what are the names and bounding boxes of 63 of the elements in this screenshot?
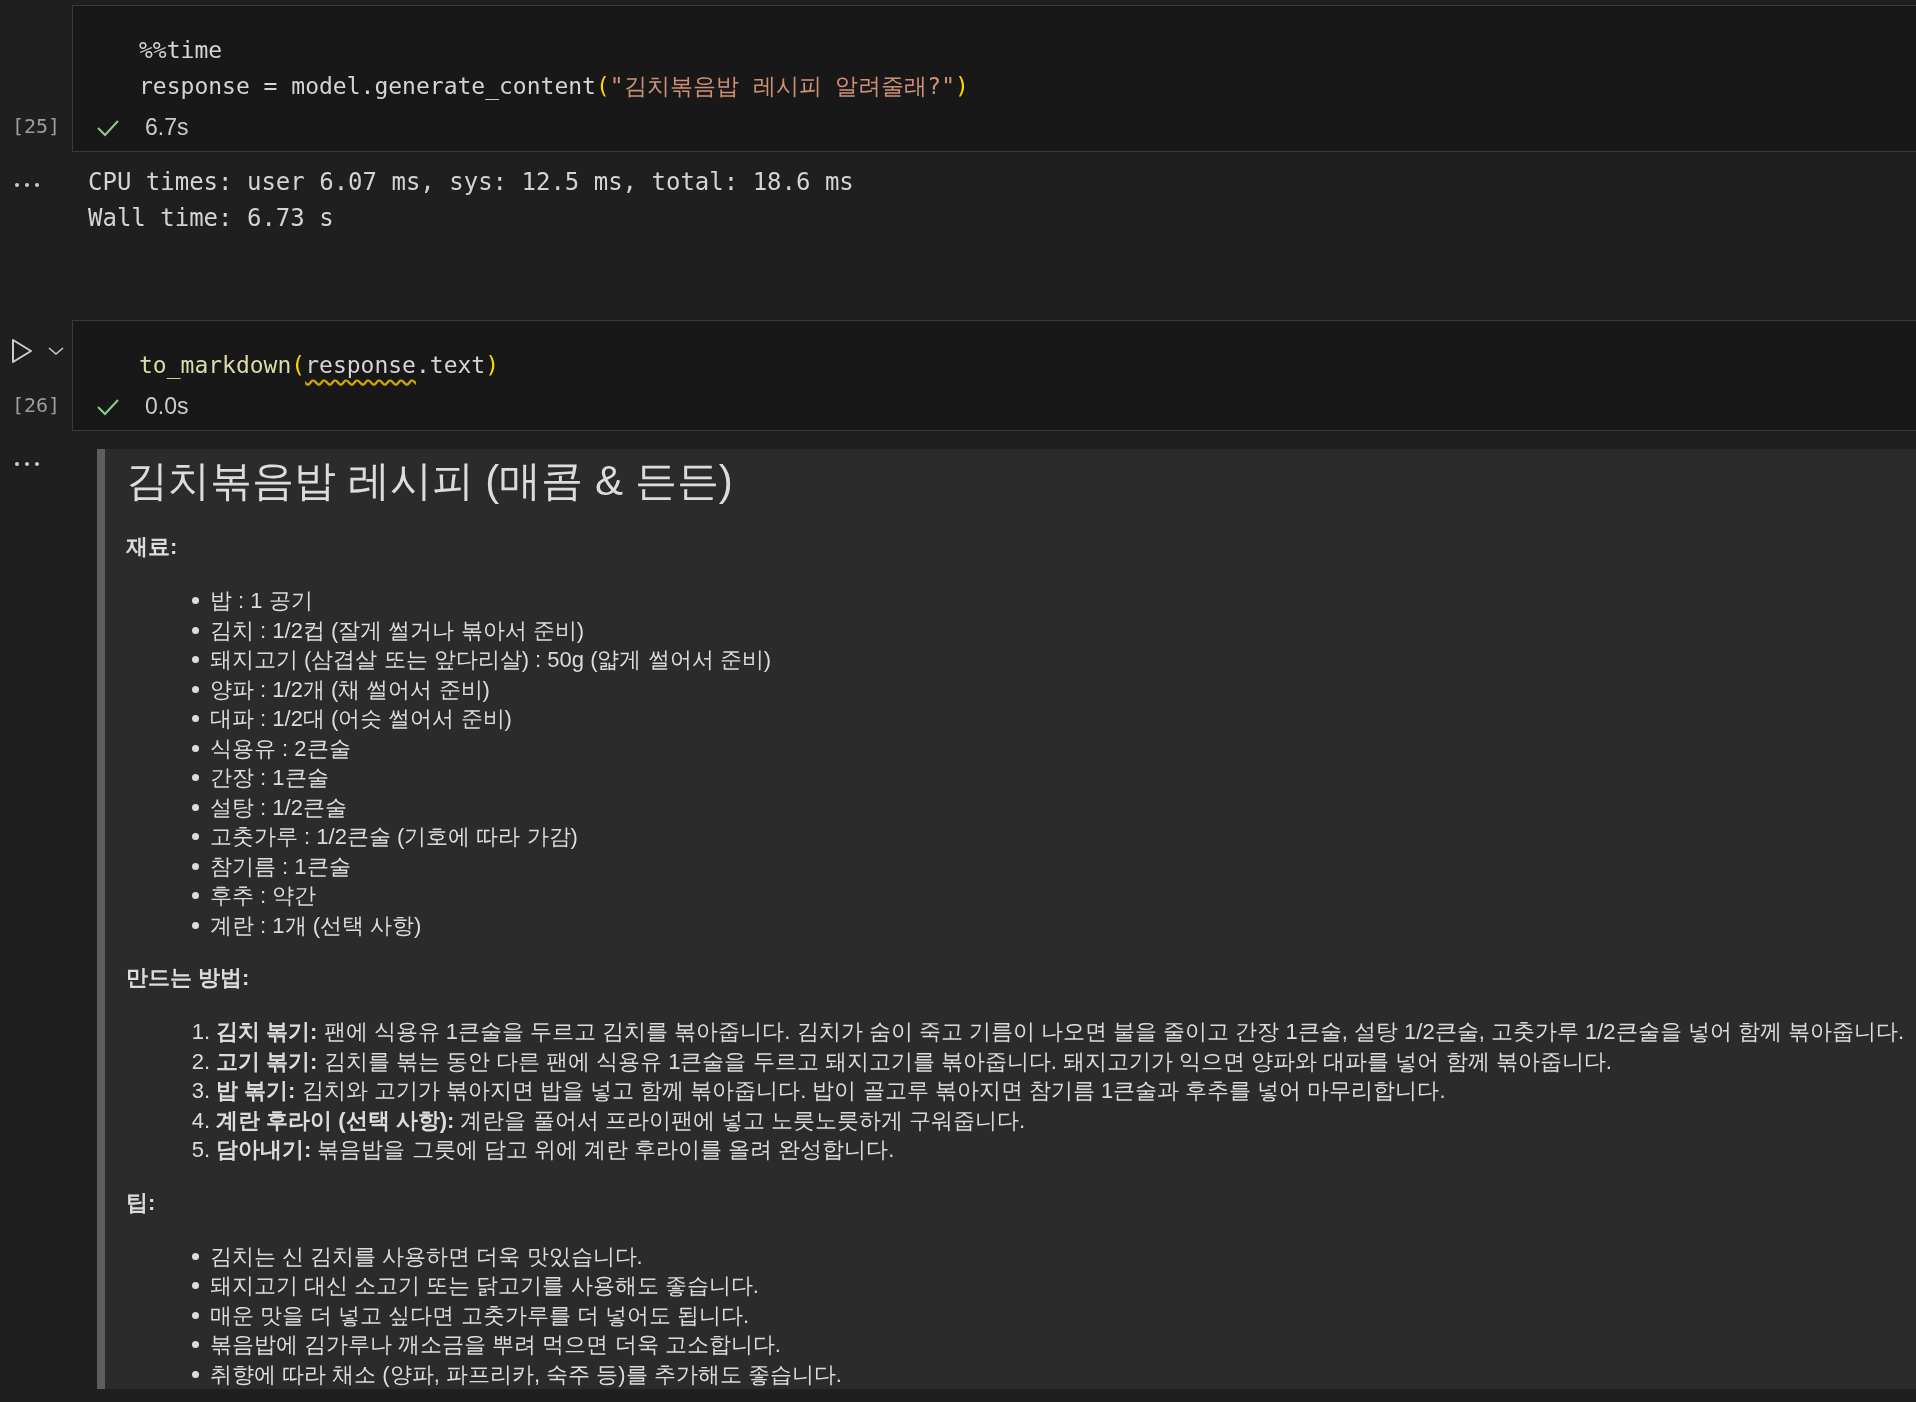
bullet-icon: [192, 597, 199, 605]
list-item: 참기름 : 1큰술: [210, 852, 351, 881]
section-heading: 만드는 방법:: [126, 964, 250, 992]
list-number: 2.: [190, 1047, 210, 1076]
bullet-icon: [192, 892, 199, 900]
list-item: 김치는 신 김치를 사용하면 더욱 맛있습니다.: [210, 1242, 643, 1271]
bullet-icon: [192, 921, 199, 929]
markdown-heading: 김치볶음밥 레시피 (매콤 & 든든): [126, 456, 733, 506]
list-item: 돼지고기 대신 소고기 또는 닭고기를 사용해도 좋습니다.: [210, 1272, 759, 1300]
bullet-icon: [192, 1370, 199, 1378]
list-item: 고춧가루 : 1/2큰술 (기호에 따라 가감): [210, 823, 578, 851]
list-item: 매운 맛을 더 넣고 싶다면 고춧가루를 더 넣어도 됩니다.: [210, 1301, 749, 1330]
list-item: 밥 : 1 공기: [210, 587, 313, 615]
list-number: 1.: [190, 1018, 210, 1046]
list-item: 김치 볶기: 팬에 식용유 1큰술을 두르고 김치를 볶아줍니다. 김치가 숨이 죽고 기름이 나오면 불을 줄이고 간장 1큰술, 설탕 1/2큰술, 고춧가루 1/2큰술을 넣어 함께 볶아줍니다.: [216, 1018, 1904, 1046]
bullet-icon: [192, 626, 199, 634]
list-item: 후추 : 약간: [210, 882, 317, 910]
output-line: CPU times: user 6.07 ms, sys: 12.5 ms, total: 18.6 ms: [88, 167, 854, 198]
bullet-icon: [192, 803, 199, 811]
code-cell[interactable]: %%time response = model.generate_content("김치볶음밥 레시피 알려줄래?") 6.7s: [72, 5, 1916, 152]
bullet-icon: [192, 833, 199, 841]
list-item: 계란 : 1개 (선택 사항): [210, 911, 422, 940]
bullet-icon: [192, 685, 199, 693]
list-item: 김치 : 1/2컵 (잘게 썰거나 볶아서 준비): [210, 616, 585, 645]
bullet-icon: [192, 1282, 199, 1290]
list-item: 양파 : 1/2개 (채 썰어서 준비): [210, 675, 490, 704]
execution-time: 0.0s: [145, 393, 189, 420]
bullet-icon: [192, 862, 199, 870]
execution-count: [25]: [11, 114, 61, 140]
list-number: 3.: [190, 1077, 210, 1105]
section-heading: 재료:: [126, 533, 178, 561]
code-cell[interactable]: to_markdown(response.text) 0.0s: [72, 320, 1916, 431]
bullet-icon: [192, 1341, 199, 1349]
list-item: 볶음밥에 김가루나 깨소금을 뿌려 먹으면 더욱 고소합니다.: [210, 1331, 781, 1359]
execution-count: [26]: [11, 393, 61, 419]
list-item: 담아내기: 볶음밥을 그릇에 담고 위에 계란 후라이를 올려 완성합니다.: [216, 1136, 895, 1164]
list-item: 취향에 따라 채소 (양파, 파프리카, 숙주 등)를 추가해도 좋습니다.: [210, 1360, 842, 1389]
bullet-icon: [192, 656, 199, 664]
bullet-icon: [192, 1252, 199, 1260]
more-icon: [14, 461, 40, 467]
list-item: 밥 볶기: 김치와 고기가 볶아지면 밥을 넣고 함께 볶아줍니다. 밥이 골고루 볶아지면 참기름 1큰술과 후추를 넣어 마무리합니다.: [216, 1077, 1446, 1105]
code-line: response = model.generate_content("김치볶음밥 레시피 알려줄래?"): [139, 72, 969, 102]
list-item: 계란 후라이 (선택 사항): 계란을 풀어서 프라이팬에 넣고 노릇노릇하게 구워줍니다.: [216, 1106, 1026, 1135]
list-number: 5.: [190, 1136, 210, 1164]
list-item: 간장 : 1큰술: [210, 764, 329, 792]
execution-time: 6.7s: [145, 114, 189, 141]
list-item: 식용유 : 2큰술: [210, 734, 351, 763]
code-line: to_markdown(response.text): [139, 351, 500, 381]
list-item: 대파 : 1/2대 (어슷 썰어서 준비): [210, 705, 512, 733]
more-icon: [14, 182, 40, 188]
chevron-down-icon[interactable]: [48, 346, 64, 356]
list-item: 설탕 : 1/2큰술: [210, 793, 347, 822]
list-number: 4.: [190, 1106, 210, 1135]
bullet-icon: [192, 774, 199, 782]
output-line: Wall time: 6.73 s: [88, 203, 335, 234]
bullet-icon: [192, 744, 199, 752]
bullet-icon: [192, 715, 199, 723]
list-item: 돼지고기 (삼겹살 또는 앞다리살) : 50g (얇게 썰어서 준비): [210, 646, 772, 674]
section-heading: 팁:: [126, 1188, 156, 1217]
list-item: 고기 볶기: 김치를 볶는 동안 다른 팬에 식용유 1큰술을 두르고 돼지고기를 볶아줍니다. 돼지고기가 익으면 양파와 대파를 넣어 함께 볶아줍니다.: [216, 1047, 1612, 1076]
code-line: %%time: [139, 36, 223, 65]
run-button[interactable]: [10, 338, 34, 364]
bullet-icon: [192, 1311, 199, 1319]
